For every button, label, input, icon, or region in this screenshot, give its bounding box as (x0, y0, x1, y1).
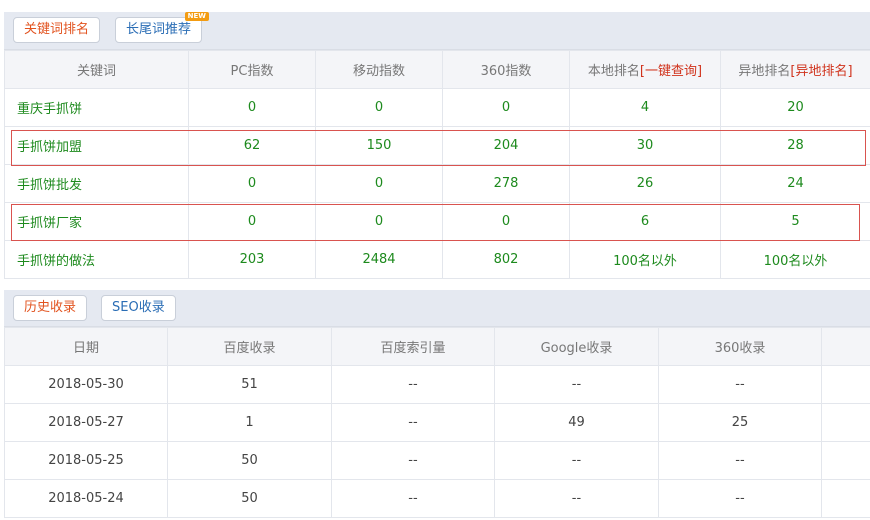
google-cell: 49 (494, 403, 659, 442)
col-header-baidu-index: 百度索引量 (331, 327, 495, 366)
keyword-ranking-table: 关键词 PC指数 移动指数 360指数 本地排名[一键查询] 异地排名[异地排名… (4, 50, 870, 279)
local-rank-cell: 30 (569, 126, 721, 165)
baidu-cell: 1 (167, 403, 332, 442)
history-tabbar: 历史收录 SEO收录 (4, 290, 870, 327)
local-rank-cell: 6 (569, 202, 721, 241)
remote-rank-cell: 20 (720, 88, 870, 127)
pc-index-cell: 0 (188, 88, 316, 127)
date-cell: 2018-05-27 (4, 403, 168, 442)
remote-rank-cell: 100名以外 (720, 240, 870, 279)
tab-longtail-recommend[interactable]: 长尾词推荐 NEW (115, 12, 210, 43)
baidu-cell: 50 (167, 441, 332, 480)
table-row: 2018-05-25 50 -- -- -- (4, 441, 870, 480)
date-cell: 2018-05-25 (4, 441, 168, 480)
table-row: 2018-05-24 50 -- -- -- (4, 479, 870, 518)
mobile-index-cell: 0 (315, 202, 443, 241)
table-row: 重庆手抓饼 0 0 0 4 20 (4, 88, 870, 127)
one-click-query-link[interactable]: [一键查询] (640, 64, 702, 79)
table-row: 手抓饼加盟 62 150 204 30 28 (4, 126, 870, 165)
index-360-cell: 278 (442, 164, 570, 203)
index-360-cell: 802 (442, 240, 570, 279)
table-header-row: 关键词 PC指数 移动指数 360指数 本地排名[一键查询] 异地排名[异地排名… (4, 50, 870, 89)
mobile-index-cell: 0 (315, 164, 443, 203)
history-index-table: 日期 百度收录 百度索引量 Google收录 360收录 2018-05-30 … (4, 327, 870, 518)
pc-index-cell: 203 (188, 240, 316, 279)
local-rank-label: 本地排名 (587, 64, 640, 79)
keyword-tabbar: 关键词排名 长尾词推荐 NEW (4, 12, 870, 50)
table-row: 手抓饼的做法 203 2484 802 100名以外 100名以外 (4, 240, 870, 279)
keyword-cell[interactable]: 手抓饼加盟 (4, 126, 189, 165)
tab-label: SEO收录 (112, 300, 165, 315)
local-rank-cell: 4 (569, 88, 721, 127)
table-row: 手抓饼批发 0 0 278 26 24 (4, 164, 870, 203)
baidu-cell: 51 (167, 365, 332, 404)
tab-label: 历史收录 (24, 300, 77, 315)
tab-label: 关键词排名 (24, 22, 90, 37)
keyword-cell[interactable]: 手抓饼批发 (4, 164, 189, 203)
tab-history-index[interactable]: 历史收录 (13, 295, 88, 321)
keyword-cell[interactable]: 重庆手抓饼 (4, 88, 189, 127)
google-cell: -- (494, 365, 659, 404)
tab-keyword-ranking[interactable]: 关键词排名 (13, 17, 101, 43)
table-header-row: 日期 百度收录 百度索引量 Google收录 360收录 (4, 327, 870, 366)
index-360-cell: 0 (442, 202, 570, 241)
remote-rank-cell: 5 (720, 202, 870, 241)
local-rank-cell: 26 (569, 164, 721, 203)
col-header-baidu: 百度收录 (167, 327, 332, 366)
table-row: 手抓饼厂家 0 0 0 6 5 (4, 202, 870, 241)
col-header-google: Google收录 (494, 327, 659, 366)
col-header-empty (821, 327, 870, 366)
empty-cell (821, 479, 870, 518)
pc-index-cell: 62 (188, 126, 316, 165)
date-cell: 2018-05-30 (4, 365, 168, 404)
col-header-pc-index: PC指数 (188, 50, 316, 89)
date-cell: 2018-05-24 (4, 479, 168, 518)
remote-rank-cell: 28 (720, 126, 870, 165)
tab-label: 长尾词推荐 (126, 22, 192, 37)
pc-index-cell: 0 (188, 202, 316, 241)
col-header-360: 360收录 (658, 327, 822, 366)
empty-cell (821, 365, 870, 404)
col-header-mobile-index: 移动指数 (315, 50, 443, 89)
mobile-index-cell: 0 (315, 88, 443, 127)
keyword-cell[interactable]: 手抓饼的做法 (4, 240, 189, 279)
tab-seo-index[interactable]: SEO收录 (101, 295, 176, 321)
mobile-index-cell: 2484 (315, 240, 443, 279)
remote-rank-label: 异地排名 (738, 64, 791, 79)
local-rank-cell: 100名以外 (569, 240, 721, 279)
baidu-index-cell: -- (331, 479, 495, 518)
col-header-local-rank: 本地排名[一键查询] (569, 50, 721, 89)
mobile-index-cell: 150 (315, 126, 443, 165)
col-header-360-index: 360指数 (442, 50, 570, 89)
col-header-remote-rank: 异地排名[异地排名] (720, 50, 870, 89)
google-cell: -- (494, 479, 659, 518)
index-360-cell: 204 (442, 126, 570, 165)
s360-cell: 25 (658, 403, 822, 442)
google-cell: -- (494, 441, 659, 480)
s360-cell: -- (658, 441, 822, 480)
empty-cell (821, 441, 870, 480)
new-badge: NEW (184, 12, 210, 21)
baidu-index-cell: -- (331, 365, 495, 404)
empty-cell (821, 403, 870, 442)
remote-rank-cell: 24 (720, 164, 870, 203)
pc-index-cell: 0 (188, 164, 316, 203)
col-header-keyword: 关键词 (4, 50, 189, 89)
keyword-cell[interactable]: 手抓饼厂家 (4, 202, 189, 241)
baidu-index-cell: -- (331, 441, 495, 480)
table-row: 2018-05-30 51 -- -- -- (4, 365, 870, 404)
index-360-cell: 0 (442, 88, 570, 127)
s360-cell: -- (658, 365, 822, 404)
remote-rank-link[interactable]: [异地排名] (790, 64, 852, 79)
col-header-date: 日期 (4, 327, 168, 366)
baidu-index-cell: -- (331, 403, 495, 442)
s360-cell: -- (658, 479, 822, 518)
baidu-cell: 50 (167, 479, 332, 518)
table-row: 2018-05-27 1 -- 49 25 (4, 403, 870, 442)
